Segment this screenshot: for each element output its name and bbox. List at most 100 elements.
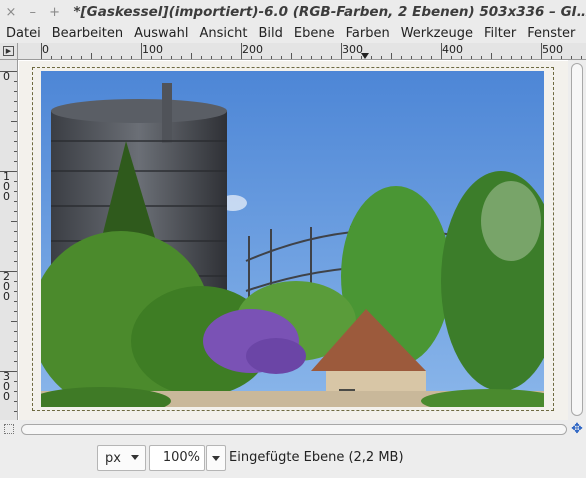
ruler-tick xyxy=(121,56,122,59)
minimize-icon[interactable]: – xyxy=(22,5,44,20)
ruler-tick xyxy=(201,56,202,59)
ruler-top-label: 200 xyxy=(242,43,263,56)
ruler-tick xyxy=(421,56,422,59)
menu-bearbeiten[interactable]: Bearbeiten xyxy=(46,26,128,41)
ruler-tick xyxy=(411,56,412,59)
ruler-tick xyxy=(101,56,102,59)
ruler-tick xyxy=(14,391,17,392)
menubar: Datei Bearbeiten Auswahl Ansicht Bild Eb… xyxy=(0,24,586,43)
ruler-tick xyxy=(431,56,432,59)
vertical-ruler[interactable]: 0 100 200 300 xyxy=(0,60,18,420)
quick-mask-toggle[interactable] xyxy=(0,420,18,438)
ruler-tick xyxy=(14,411,17,412)
ruler-top-label: 400 xyxy=(442,43,463,56)
maximize-icon[interactable]: + xyxy=(44,5,66,20)
ruler-tick xyxy=(14,311,17,312)
ruler-tick xyxy=(261,56,262,59)
ruler-tick xyxy=(571,56,572,59)
menu-ebene[interactable]: Ebene xyxy=(288,26,340,41)
ruler-tick xyxy=(281,56,282,59)
menu-werkzeuge[interactable]: Werkzeuge xyxy=(395,26,478,41)
image-photo[interactable] xyxy=(41,71,544,407)
menu-filter[interactable]: Filter xyxy=(478,26,521,41)
ruler-left-label: 100 xyxy=(3,170,10,203)
ruler-tick xyxy=(311,56,312,59)
ruler-tick xyxy=(351,56,352,59)
menu-fenster[interactable]: Fenster xyxy=(521,26,580,41)
pointer-marker-icon xyxy=(361,53,369,59)
menu-ansicht[interactable]: Ansicht xyxy=(193,26,252,41)
ruler-top-label: 100 xyxy=(142,43,163,56)
ruler-tick xyxy=(511,56,512,59)
ruler-tick xyxy=(491,53,492,59)
ruler-tick xyxy=(531,56,532,59)
ruler-tick xyxy=(161,56,162,59)
ruler-tick xyxy=(14,291,17,292)
ruler-tick xyxy=(14,131,17,132)
ruler-top-label: 0 xyxy=(42,43,49,56)
chevron-down-icon xyxy=(131,455,139,460)
ruler-tick xyxy=(461,56,462,59)
horizontal-scrollbar-thumb[interactable] xyxy=(21,424,567,435)
ruler-tick xyxy=(71,56,72,59)
status-message: Eingefügte Ebene (2,2 MB) xyxy=(229,450,404,465)
ruler-tick xyxy=(14,251,17,252)
ruler-tick xyxy=(14,201,17,202)
ruler-tick xyxy=(481,56,482,59)
horizontal-ruler[interactable]: 0 100 200 300 400 500 xyxy=(18,43,586,60)
ruler-tick xyxy=(291,53,292,59)
close-icon[interactable]: × xyxy=(0,5,22,20)
ruler-tick xyxy=(251,56,252,59)
ruler-tick xyxy=(221,56,222,59)
ruler-tick xyxy=(14,261,17,262)
menu-farben[interactable]: Farben xyxy=(340,26,395,41)
navigate-icon[interactable]: ✥ xyxy=(568,420,586,438)
ruler-tick xyxy=(331,56,332,59)
ruler-tick xyxy=(11,221,17,222)
ruler-tick xyxy=(14,141,17,142)
window-title: *[Gaskessel](importiert)-6.0 (RGB-Farben… xyxy=(73,4,586,20)
ruler-tick xyxy=(14,341,17,342)
quick-mask-icon xyxy=(4,424,14,434)
ruler-tick xyxy=(271,56,272,59)
menu-datei[interactable]: Datei xyxy=(0,26,46,41)
ruler-tick xyxy=(191,53,192,59)
ruler-tick xyxy=(14,81,17,82)
ruler-left-label: 0 xyxy=(3,70,10,83)
ruler-tick xyxy=(371,56,372,59)
ruler-tick xyxy=(14,101,17,102)
ruler-tick xyxy=(471,56,472,59)
zoom-input[interactable]: 100% xyxy=(149,445,205,471)
menu-auswahl[interactable]: Auswahl xyxy=(128,26,193,41)
ruler-tick xyxy=(91,53,92,59)
ruler-tick xyxy=(111,56,112,59)
ruler-tick xyxy=(14,151,17,152)
chevron-down-icon xyxy=(212,456,220,461)
ruler-menu-button[interactable]: ▶ xyxy=(0,43,18,60)
zoom-dropdown-button[interactable] xyxy=(206,445,226,471)
ruler-tick xyxy=(521,56,522,59)
ruler-tick xyxy=(391,53,392,59)
ruler-tick xyxy=(131,56,132,59)
photo-content xyxy=(41,71,544,407)
ruler-tick xyxy=(551,56,552,59)
horizontal-scrollbar[interactable] xyxy=(18,420,568,438)
ruler-tick xyxy=(231,56,232,59)
ruler-tick xyxy=(14,161,17,162)
unit-select[interactable]: px xyxy=(97,445,146,471)
unit-value: px xyxy=(105,450,121,466)
ruler-tick xyxy=(14,401,17,402)
vertical-scrollbar[interactable] xyxy=(568,60,586,420)
ruler-tick xyxy=(14,181,17,182)
ruler-tick xyxy=(561,56,562,59)
ruler-tick xyxy=(14,351,17,352)
ruler-tick xyxy=(581,56,582,59)
ruler-tick xyxy=(14,381,17,382)
ruler-tick xyxy=(14,281,17,282)
ruler-tick xyxy=(14,241,17,242)
menu-bild[interactable]: Bild xyxy=(253,26,288,41)
ruler-tick xyxy=(301,56,302,59)
vertical-scrollbar-thumb[interactable] xyxy=(571,63,583,416)
ruler-tick xyxy=(61,56,62,59)
ruler-tick xyxy=(381,56,382,59)
